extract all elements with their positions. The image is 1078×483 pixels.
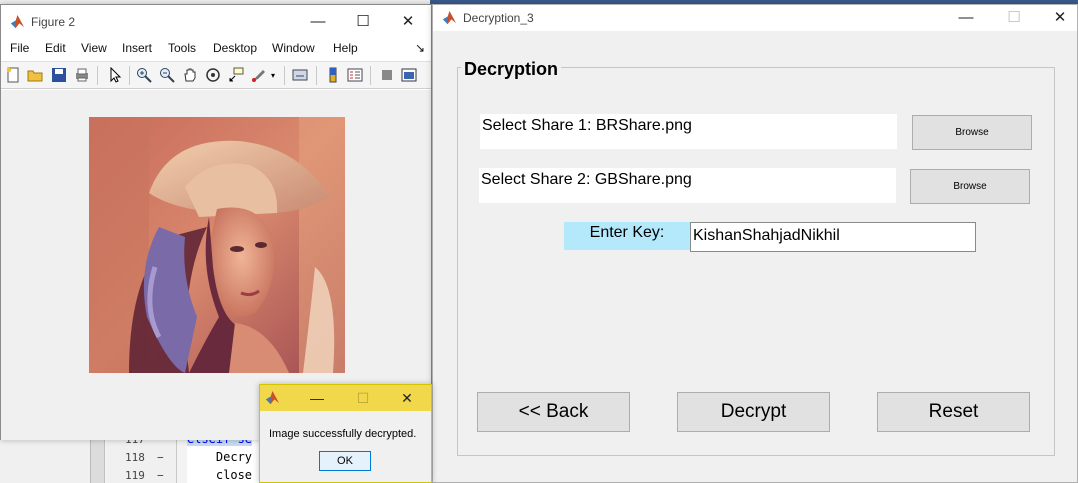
share1-label: Select Share 1: BRShare.png [480,114,897,149]
reset-button[interactable]: Reset [877,392,1030,432]
dialog-titlebar[interactable]: — ☐ ✕ [260,385,431,411]
menu-tools[interactable]: Tools [168,41,196,55]
menu-file[interactable]: File [10,41,29,55]
decryption-window[interactable]: Decryption_3 — ☐ ✕ Decryption Select Sha… [432,4,1078,483]
breakpoint-mark[interactable]: − [157,451,164,464]
matlab-icon [442,10,457,25]
browse-share2-button[interactable]: Browse [910,169,1030,204]
toolbar-separator [316,66,317,85]
close-button[interactable]: ✕ [393,11,423,33]
open-file-icon[interactable] [27,67,43,83]
figure-toolbar: ▾ [1,61,431,89]
toolbar-separator [97,66,98,85]
data-cursor-icon[interactable] [228,67,244,83]
colorbar-icon[interactable] [325,67,341,83]
toolbar-separator [370,66,371,85]
pan-hand-icon[interactable] [182,67,198,83]
menu-window[interactable]: Window [272,41,315,55]
zoom-in-icon[interactable] [136,67,152,83]
matlab-icon [265,390,280,405]
dialog-message: Image successfully decrypted. [269,428,417,440]
menu-view[interactable]: View [81,41,107,55]
dock-arrow-icon[interactable]: ↘ [415,41,425,55]
code-line: Decry [187,450,253,464]
key-input[interactable]: KishanShahjadNikhil [690,222,976,252]
maximize-button: ☐ [1007,9,1021,26]
close-button[interactable]: ✕ [394,387,420,409]
window-title: Figure 2 [31,15,76,29]
share2-label: Select Share 2: GBShare.png [479,168,896,203]
menu-bar: File Edit View Insert Tools Desktop Wind… [1,37,431,61]
browse-share1-button[interactable]: Browse [912,115,1032,150]
rotate-3d-icon[interactable] [205,67,221,83]
print-icon[interactable] [74,67,90,83]
minimize-button[interactable]: — [951,7,981,29]
panel-title: Decryption [461,59,562,80]
maximize-button[interactable]: ☐ [348,11,378,33]
decryption-titlebar[interactable]: Decryption_3 — ☐ ✕ [433,5,1077,31]
close-button[interactable]: ✕ [1045,7,1075,29]
matlab-icon [10,14,25,29]
line-number: 118 [125,451,145,464]
menu-edit[interactable]: Edit [45,41,66,55]
figure-titlebar[interactable]: Figure 2 — ☐ ✕ [1,5,431,37]
hide-tools-icon[interactable] [379,67,395,83]
toolbar-separator [284,66,285,85]
brush-icon[interactable] [251,67,267,83]
toolbar-separator [129,66,130,85]
code-line: close [187,468,253,482]
minimize-button[interactable]: — [303,11,333,33]
zoom-out-icon[interactable] [159,67,175,83]
legend-icon[interactable] [347,67,363,83]
ok-button[interactable]: OK [319,451,371,471]
message-dialog[interactable]: — ☐ ✕ Image successfully decrypted. OK [259,384,432,483]
key-label: Enter Key: [564,222,690,250]
figure-window[interactable]: Figure 2 — ☐ ✕ File Edit View Insert Too… [0,4,432,440]
breakpoint-mark[interactable]: − [157,469,164,482]
show-tools-icon[interactable] [401,67,417,83]
menu-insert[interactable]: Insert [122,41,152,55]
decrypted-image [89,117,345,373]
window-title: Decryption_3 [463,11,534,25]
save-icon[interactable] [51,67,67,83]
maximize-button: ☐ [356,390,370,406]
minimize-button[interactable]: — [304,387,330,409]
link-plot-icon[interactable] [292,67,308,83]
edit-plot-icon[interactable] [107,67,123,83]
menu-desktop[interactable]: Desktop [213,41,257,55]
line-number: 119 [125,469,145,482]
decrypt-button[interactable]: Decrypt [677,392,830,432]
new-figure-icon[interactable] [5,67,21,83]
back-button[interactable]: << Back [477,392,630,432]
menu-help[interactable]: Help [333,41,358,55]
